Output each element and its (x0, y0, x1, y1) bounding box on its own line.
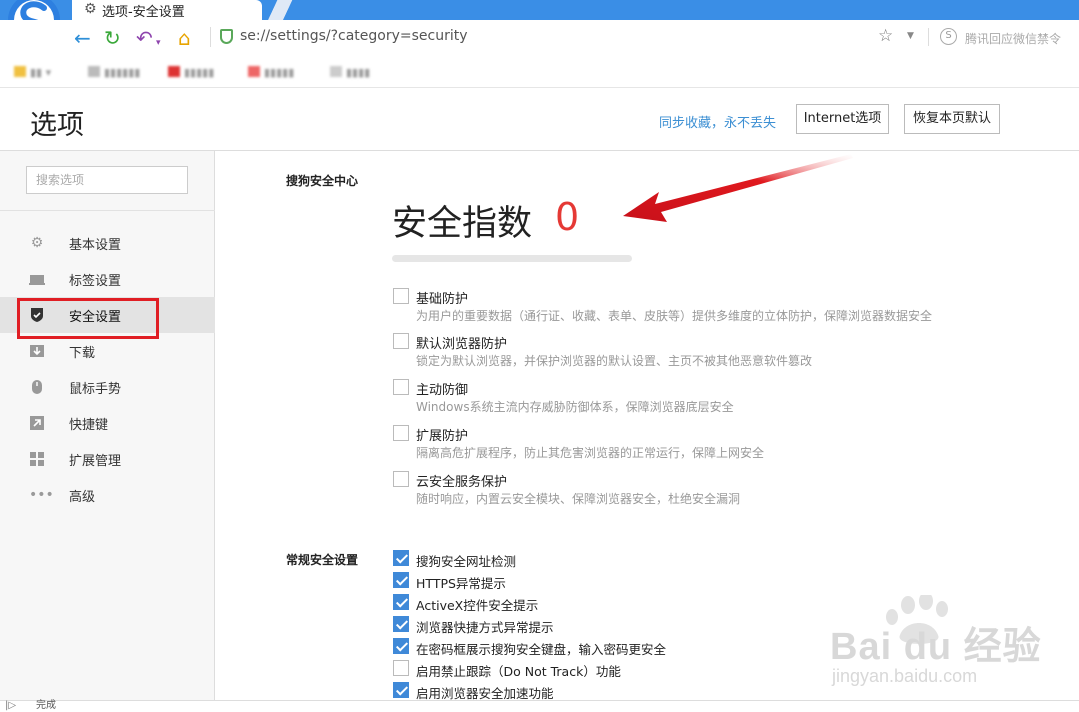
download-icon (29, 343, 45, 359)
status-text: 完成 (36, 700, 56, 711)
option-title: 基础防护 (416, 292, 469, 307)
sidebar-item-label: 标签设置 (69, 274, 122, 289)
checkbox-url-check[interactable] (393, 550, 409, 566)
bookmark-item[interactable]: ▮▮ ▾ (14, 66, 51, 79)
undo-dropdown-icon[interactable]: ▾ (156, 30, 161, 56)
option-desc: 随时响应，内置云安全模块、保障浏览器安全，杜绝安全漏洞 (416, 492, 741, 506)
security-score-bar (392, 255, 632, 262)
security-score-title: 安全指数 (392, 204, 533, 244)
section-label-general-security: 常规安全设置 (286, 553, 359, 567)
gear-icon: ⚙ (30, 235, 44, 251)
search-input[interactable]: 搜索选项 (26, 166, 188, 194)
sidebar-item-label: 快捷键 (69, 418, 109, 433)
checkbox-security-acceleration[interactable] (393, 682, 409, 698)
shortcut-icon (29, 415, 45, 431)
option-desc: 锁定为默认浏览器，并保护浏览器的默认设置、主页不被其他恶意软件篡改 (416, 354, 813, 368)
sidebar-item-label: 高级 (69, 490, 96, 505)
restore-defaults-button[interactable]: 恢复本页默认 (904, 104, 1000, 134)
checkbox-shortcut-warning[interactable] (393, 616, 409, 632)
sidebar-item-shortcuts[interactable]: 快捷键 (0, 405, 215, 441)
divider (0, 210, 215, 211)
section-label-security-center: 搜狗安全中心 (286, 174, 359, 188)
option-title: 主动防御 (416, 383, 469, 398)
option-desc: 隔离高危扩展程序，防止其危害浏览器的正常运行，保障上网安全 (416, 446, 765, 460)
sidebar-item-label: 鼠标手势 (69, 382, 122, 397)
home-icon[interactable]: ⌂ (178, 25, 191, 51)
option-desc: Windows系统主流内存威胁防御体系，保障浏览器底层安全 (416, 400, 734, 414)
checkbox-https-warning[interactable] (393, 572, 409, 588)
page-title: 选项 (30, 110, 84, 141)
checkbox-label: ActiveX控件安全提示 (416, 598, 539, 613)
checkbox-do-not-track[interactable] (393, 660, 409, 676)
bookmark-item[interactable]: ▮▮▮▮▮ (168, 66, 214, 79)
bookmark-item[interactable]: ▮▮▮▮▮ (248, 66, 294, 79)
status-bar (0, 700, 1079, 711)
tab-icon (29, 271, 45, 287)
sync-link[interactable]: 同步收藏，永不丢失 (659, 112, 776, 131)
panel-toggle-icon[interactable]: |▷ (5, 700, 16, 711)
option-title: 云安全服务保护 (416, 475, 508, 490)
mouse-icon (29, 379, 45, 395)
checkbox-label: 浏览器快捷方式异常提示 (416, 620, 554, 635)
refresh-icon[interactable]: ↻ (104, 25, 121, 51)
bookmark-item[interactable]: ▮▮▮▮ (330, 66, 370, 79)
checkbox-secure-keyboard[interactable] (393, 638, 409, 654)
bookmark-item[interactable]: ▮▮▮▮▮▮ (88, 66, 140, 79)
new-tab-button[interactable] (266, 0, 294, 20)
checkbox-basic-protection[interactable] (393, 288, 409, 304)
checkbox-label: 在密码框展示搜狗安全键盘，输入密码更安全 (416, 642, 667, 657)
secure-shield-icon (220, 29, 233, 44)
watermark-brand: Bai du 经验 (830, 626, 1042, 668)
star-icon[interactable]: ☆ (878, 26, 893, 46)
checkbox-label: 搜狗安全网址检测 (416, 554, 517, 569)
checkbox-label: 启用禁止跟踪（Do Not Track）功能 (416, 664, 621, 679)
sogou-search-icon[interactable]: S (940, 28, 957, 45)
sidebar-item-label: 基本设置 (69, 238, 122, 253)
more-icon: ••• (29, 487, 54, 503)
option-title: 扩展防护 (416, 429, 469, 444)
extensions-icon (29, 451, 45, 467)
checkbox-extension-protection[interactable] (393, 425, 409, 441)
checkbox-default-browser-protection[interactable] (393, 333, 409, 349)
divider (928, 28, 929, 46)
sidebar-item-mouse-gesture[interactable]: 鼠标手势 (0, 369, 215, 405)
address-bar[interactable]: se://settings/?category=security (240, 28, 468, 44)
option-title: 默认浏览器防护 (416, 337, 508, 352)
sidebar-item-tabs[interactable]: 标签设置 (0, 261, 215, 297)
highlight-annotation (17, 298, 159, 339)
sidebar-item-label: 下载 (69, 346, 96, 361)
watermark-url: jingyan.baidu.com (832, 666, 978, 686)
checkbox-label: HTTPS异常提示 (416, 576, 506, 591)
gear-icon: ⚙ (84, 1, 97, 17)
sidebar-item-advanced[interactable]: ••• 高级 (0, 477, 215, 513)
news-ticker[interactable]: 腾讯回应微信禁令 (965, 30, 1061, 47)
undo-icon[interactable]: ↶ (136, 25, 153, 51)
bookmarks-bar (0, 56, 1079, 88)
checkbox-cloud-security[interactable] (393, 471, 409, 487)
divider (210, 27, 211, 47)
checkbox-activex-warning[interactable] (393, 594, 409, 610)
annotation-arrow-icon (623, 154, 853, 222)
chevron-down-icon[interactable]: ▼ (907, 31, 914, 41)
sidebar-item-label: 扩展管理 (69, 454, 122, 469)
sidebar-item-extensions[interactable]: 扩展管理 (0, 441, 215, 477)
tab-title[interactable]: 选项-安全设置 (102, 1, 185, 20)
internet-options-button[interactable]: Internet选项 (796, 104, 889, 134)
back-icon[interactable]: ← (74, 25, 91, 51)
security-score-value: 0 (555, 195, 580, 239)
checkbox-active-defense[interactable] (393, 379, 409, 395)
sidebar-item-basic[interactable]: ⚙ 基本设置 (0, 225, 215, 261)
option-desc: 为用户的重要数据（通行证、收藏、表单、皮肤等）提供多维度的立体防护，保障浏览器数… (416, 309, 933, 323)
toolbar (0, 20, 1079, 56)
